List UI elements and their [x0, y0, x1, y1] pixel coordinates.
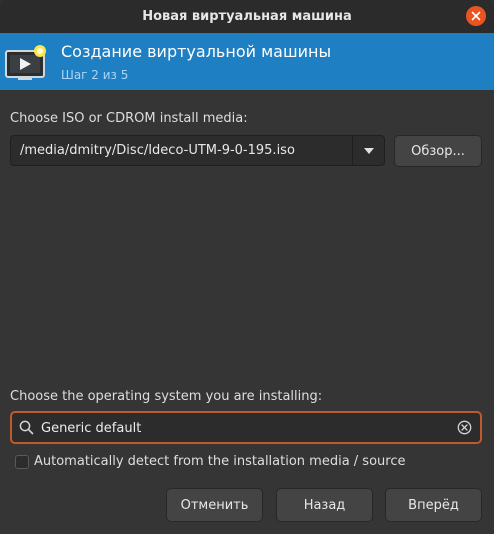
close-icon [471, 11, 481, 21]
wizard-title: Создание виртуальной машины [61, 42, 332, 61]
search-icon [19, 420, 34, 435]
back-button[interactable]: Назад [276, 488, 373, 522]
install-media-path[interactable]: /media/dmitry/Disc/Ideco-UTM-9-0-195.iso [20, 143, 295, 158]
titlebar: Новая виртуальная машина [0, 0, 494, 33]
cancel-button[interactable]: Отменить [166, 488, 263, 522]
install-media-label: Choose ISO or CDROM install media: [10, 111, 248, 126]
close-button[interactable] [466, 6, 486, 26]
os-search-input[interactable] [41, 419, 441, 437]
wizard-header: Создание виртуальной машины Шаг 2 из 5 [0, 33, 494, 90]
window-title: Новая виртуальная машина [142, 9, 352, 24]
os-search-field[interactable] [10, 411, 482, 444]
autodetect-checkbox[interactable] [15, 455, 29, 469]
os-label: Choose the operating system you are inst… [10, 389, 323, 404]
forward-button[interactable]: Вперёд [385, 488, 482, 522]
wizard-step: Шаг 2 из 5 [61, 68, 129, 82]
new-vm-dialog: Новая виртуальная машина Создание виртуа… [0, 0, 494, 534]
install-media-combo[interactable]: /media/dmitry/Disc/Ideco-UTM-9-0-195.iso [10, 135, 385, 166]
dropdown-button[interactable] [353, 136, 384, 165]
browse-button[interactable]: Обзор... [394, 135, 482, 167]
clear-icon[interactable] [457, 420, 472, 435]
autodetect-label[interactable]: Automatically detect from the installati… [34, 454, 405, 469]
chevron-down-icon [363, 147, 374, 154]
virtual-machine-icon [5, 45, 46, 80]
